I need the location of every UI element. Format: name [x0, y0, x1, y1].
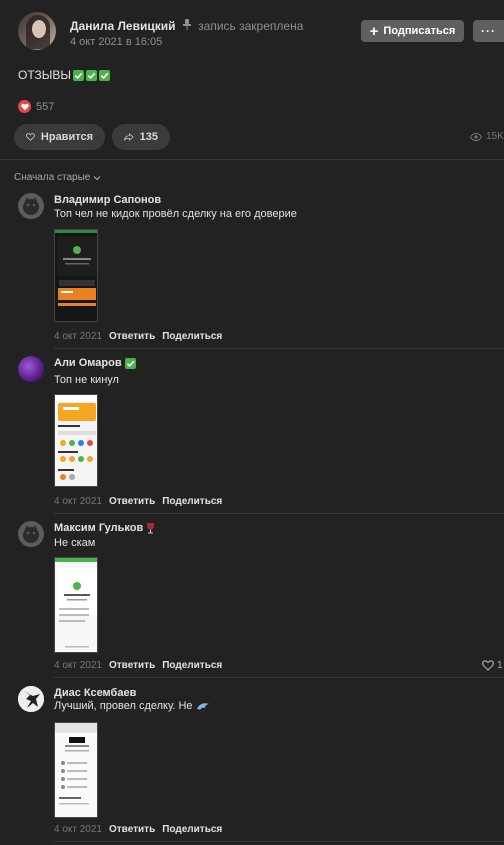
comment-date[interactable]: 4 окт 2021	[54, 660, 102, 671]
comment-avatar[interactable]	[18, 193, 44, 219]
comment-like-count: 1	[497, 660, 503, 671]
comment-author[interactable]: Али Омаров	[54, 357, 122, 369]
comment-text-row: Лучший, провел сделку. Не	[54, 700, 210, 712]
comment-divider	[54, 677, 504, 678]
heart-reaction-icon	[18, 100, 31, 113]
heart-icon	[482, 660, 494, 671]
plus-icon: +	[369, 22, 379, 40]
reply-link[interactable]: Ответить	[109, 824, 155, 835]
share-link[interactable]: Поделиться	[162, 660, 222, 671]
heart-icon	[26, 133, 35, 141]
check-mark-icon	[73, 69, 85, 81]
comment-divider	[54, 348, 504, 349]
comment-avatar[interactable]	[18, 356, 44, 382]
eye-icon	[470, 132, 482, 141]
share-button[interactable]: 135	[112, 124, 170, 150]
comment-author-row: Али Омаров	[54, 357, 136, 369]
comment-image[interactable]	[54, 394, 98, 487]
share-link[interactable]: Поделиться	[162, 331, 222, 342]
sort-label: Сначала старые	[14, 172, 91, 183]
sort-toggle[interactable]: Сначала старые	[14, 172, 101, 183]
comment-image[interactable]	[54, 557, 98, 653]
views-counter: 15K	[470, 131, 504, 142]
check-mark-icon	[124, 357, 136, 369]
comment-image[interactable]	[54, 722, 98, 818]
share-link[interactable]: Поделиться	[162, 824, 222, 835]
like-label: Нравится	[40, 131, 93, 143]
comment-text: Не скам	[54, 537, 96, 549]
comment-author[interactable]: Диас Ксембаев	[54, 687, 136, 699]
pin-icon	[182, 19, 194, 33]
pinned-label: запись закреплена	[198, 19, 304, 33]
comment-date[interactable]: 4 окт 2021	[54, 496, 102, 507]
share-link[interactable]: Поделиться	[162, 496, 222, 507]
more-icon: ···	[481, 24, 496, 38]
comment-author[interactable]: Максим Гульков	[54, 522, 143, 534]
like-button[interactable]: Нравится	[14, 124, 105, 150]
avatar-face	[32, 20, 46, 38]
comment-divider	[54, 841, 504, 842]
post-header: Данила Левицкий запись закреплена 4 окт …	[0, 0, 504, 60]
share-icon	[124, 133, 134, 141]
comment-date[interactable]: 4 окт 2021	[54, 824, 102, 835]
share-count: 135	[139, 131, 158, 143]
comment-text: Топ чел не кидок провёл сделку на его до…	[54, 208, 297, 220]
reply-link[interactable]: Ответить	[109, 331, 155, 342]
comment-meta: 4 окт 2021 Ответить Поделиться	[54, 660, 222, 671]
reply-link[interactable]: Ответить	[109, 660, 155, 671]
reply-link[interactable]: Ответить	[109, 496, 155, 507]
comment-like-button[interactable]: 1	[482, 660, 503, 671]
wine-glass-icon	[147, 522, 155, 533]
post-date[interactable]: 4 окт 2021 в 16:05	[70, 36, 162, 48]
author-name[interactable]: Данила Левицкий	[70, 19, 175, 33]
more-button[interactable]: ···	[473, 20, 504, 42]
reactions-summary[interactable]: 557	[18, 100, 54, 113]
chevron-down-icon	[93, 175, 101, 180]
post-text-content: ОТЗЫВЫ	[18, 68, 72, 82]
subscribe-button[interactable]: + Подписаться	[361, 20, 464, 42]
comment-author-row: Максим Гульков	[54, 522, 155, 534]
views-count: 15K	[486, 131, 504, 142]
author-avatar[interactable]	[18, 12, 56, 50]
comment-text: Топ не кинул	[54, 374, 119, 386]
comment-text: Лучший, провел сделку. Не	[54, 700, 193, 712]
subscribe-label: Подписаться	[383, 25, 456, 37]
comment-image[interactable]	[54, 229, 98, 322]
author-name-row: Данила Левицкий запись закреплена	[70, 19, 303, 33]
check-mark-icon	[99, 69, 111, 81]
dolphin-icon	[196, 702, 209, 710]
comment-meta: 4 окт 2021 Ответить Поделиться	[54, 824, 222, 835]
comment-date[interactable]: 4 окт 2021	[54, 331, 102, 342]
comment-avatar[interactable]	[18, 521, 44, 547]
reactions-count: 557	[36, 100, 55, 113]
comment-avatar[interactable]	[18, 686, 44, 712]
post-text: ОТЗЫВЫ	[18, 68, 111, 82]
comment-meta: 4 окт 2021 Ответить Поделиться	[54, 331, 222, 342]
comment-divider	[54, 513, 504, 514]
comment-author[interactable]: Владимир Сапонов	[54, 194, 161, 206]
check-mark-icon	[86, 69, 98, 81]
divider	[0, 159, 504, 160]
comment-meta: 4 окт 2021 Ответить Поделиться	[54, 496, 222, 507]
